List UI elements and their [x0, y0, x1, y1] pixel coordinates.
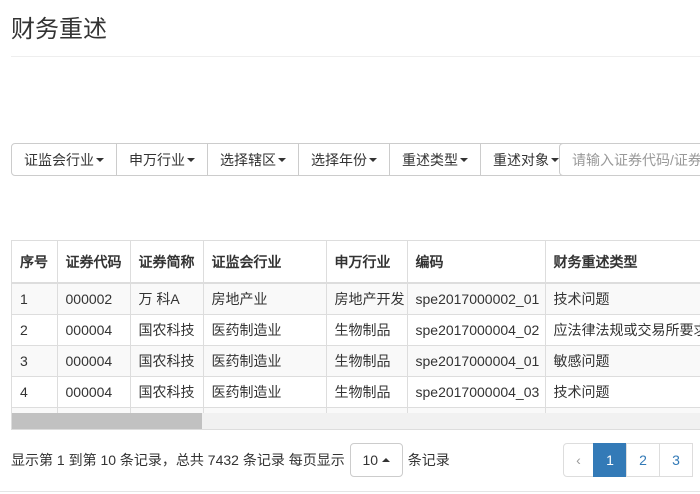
filter-csrc-industry[interactable]: 证监会行业 [11, 143, 117, 176]
table-cell: spe2017000004_03 [406, 375, 546, 408]
table-cell: 国农科技 [129, 313, 204, 346]
filter-label: 证监会行业 [24, 151, 94, 168]
prev-page-button[interactable]: ‹ [563, 443, 594, 477]
table-cell: spe2017000004_02 [406, 313, 546, 346]
page-1-button[interactable]: 1 [593, 443, 627, 477]
caret-up-icon [382, 458, 391, 462]
divider [11, 56, 700, 57]
table-cell: 医药制造业 [202, 344, 327, 377]
caret-down-icon [460, 157, 468, 162]
filter-sw-industry[interactable]: 申万行业 [116, 143, 208, 176]
page-size-select[interactable]: 10 [349, 443, 403, 477]
caret-down-icon [369, 157, 377, 162]
page-title: 财务重述 [11, 16, 107, 43]
table-cell: 万 科A [129, 282, 204, 315]
table-cell: 000004 [56, 344, 131, 377]
filter-toolbar: 证监会行业 申万行业 选择辖区 选择年份 重述类型 重述对象 [11, 143, 572, 176]
table-cell: spe2017000004_01 [406, 344, 546, 377]
table-cell: 000004 [56, 313, 131, 346]
filter-label: 选择年份 [311, 151, 367, 168]
search-input[interactable] [559, 143, 700, 176]
table-cell: spe2017000002_01 [406, 282, 546, 315]
filter-restatement-type[interactable]: 重述类型 [389, 143, 481, 176]
col-header[interactable]: 证券代码 [56, 241, 131, 284]
table-cell: 技术问题 [544, 282, 700, 315]
table-cell: 技术问题 [544, 375, 700, 408]
table-cell: 生物制品 [325, 313, 408, 346]
data-table-container: 序号 证券代码 证券简称 证监会行业 申万行业 编码 财务重述类型 1 00000… [11, 240, 700, 430]
filter-label: 申万行业 [129, 151, 185, 168]
page-2-button[interactable]: 2 [626, 443, 660, 477]
page-size-value: 10 [362, 452, 379, 468]
records-suffix: 条记录 [407, 452, 450, 468]
table-row[interactable]: 3 000004 国农科技 医药制造业 生物制品 spe2017000004_01 敏感问题 [12, 344, 700, 377]
table-cell: 敏感问题 [544, 344, 700, 377]
table-cell: 医药制造业 [202, 375, 327, 408]
table-row[interactable]: 2 000004 国农科技 医药制造业 生物制品 spe2017000004_02 应法律法… [12, 313, 700, 346]
filter-year[interactable]: 选择年份 [298, 143, 390, 176]
horizontal-scrollbar[interactable] [12, 413, 700, 429]
filter-label: 选择辖区 [220, 151, 276, 168]
divider [0, 491, 700, 492]
table-cell: 国农科技 [129, 375, 204, 408]
table-header-row: 序号 证券代码 证券简称 证监会行业 申万行业 编码 财务重述类型 [12, 241, 700, 284]
table-row[interactable]: 1 000002 万 科A 房地产业 房地产开发 spe2017000002_01 技术问题 [12, 282, 700, 315]
table-cell: 2 [12, 313, 58, 346]
table-cell: 生物制品 [325, 344, 408, 377]
filter-label: 重述类型 [402, 151, 458, 168]
table-cell: 房地产开发 [325, 282, 408, 315]
data-table: 序号 证券代码 证券简称 证监会行业 申万行业 编码 财务重述类型 1 00000… [12, 241, 700, 429]
caret-down-icon [278, 157, 286, 162]
caret-down-icon [96, 157, 104, 162]
col-header[interactable]: 申万行业 [325, 241, 408, 284]
table-cell: 000004 [56, 375, 131, 408]
table-row[interactable]: 4 000004 国农科技 医药制造业 生物制品 spe2017000004_03 技术问题 [12, 375, 700, 408]
caret-down-icon [551, 157, 559, 162]
filter-label: 重述对象 [493, 151, 549, 168]
pagination: ‹ 1 2 3 [563, 443, 693, 477]
col-header[interactable]: 证监会行业 [202, 241, 327, 284]
table-cell: 1 [12, 282, 58, 315]
table-cell: 应法律法规或交易所要求 [544, 313, 700, 346]
col-header[interactable]: 序号 [12, 241, 58, 284]
caret-down-icon [187, 157, 195, 162]
page-3-button[interactable]: 3 [659, 443, 693, 477]
filter-region[interactable]: 选择辖区 [207, 143, 299, 176]
col-header[interactable]: 编码 [406, 241, 546, 284]
col-header[interactable]: 财务重述类型 [544, 241, 700, 284]
scrollbar-thumb[interactable] [12, 413, 202, 429]
col-header[interactable]: 证券简称 [129, 241, 204, 284]
table-cell: 房地产业 [202, 282, 327, 315]
table-cell: 3 [12, 344, 58, 377]
table-cell: 000002 [56, 282, 131, 315]
table-cell: 国农科技 [129, 344, 204, 377]
table-footer: 显示第 1 到第 10 条记录，总共 7432 条记录 每页显示 10 条记录 [11, 443, 450, 477]
table-cell: 生物制品 [325, 375, 408, 408]
records-summary: 显示第 1 到第 10 条记录，总共 7432 条记录 每页显示 [11, 452, 345, 468]
table-cell: 医药制造业 [202, 313, 327, 346]
table-cell: 4 [12, 375, 58, 408]
